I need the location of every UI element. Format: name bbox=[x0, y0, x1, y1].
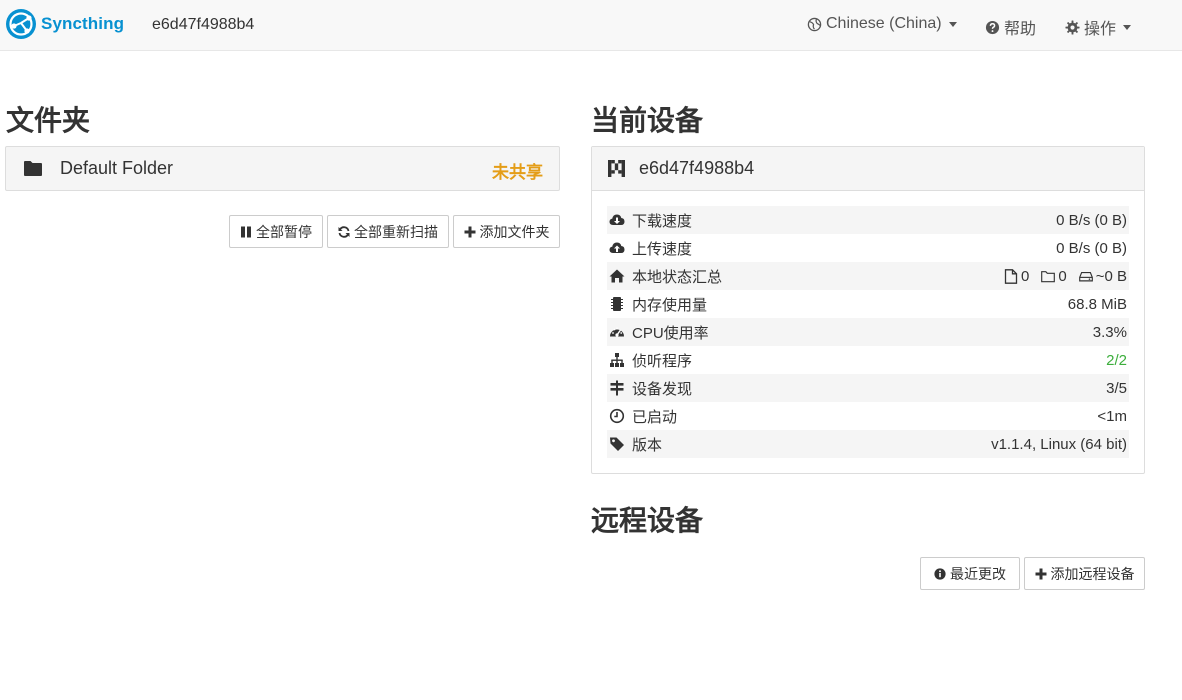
stat-row-ram: 内存使用量 68.8 MiB bbox=[607, 290, 1129, 318]
signpost-icon bbox=[610, 380, 624, 396]
brand-link[interactable]: Syncthing bbox=[5, 8, 124, 40]
chevron-down-icon bbox=[948, 21, 957, 27]
stat-label-download-rate: 下载速度 bbox=[632, 212, 693, 230]
navbar-device-id: e6d47f4988b4 bbox=[152, 16, 255, 33]
stat-label-discovery: 设备发现 bbox=[632, 380, 693, 398]
help-label: 帮助 bbox=[1004, 21, 1037, 38]
plus-icon bbox=[1035, 568, 1046, 579]
add-remote-device-button[interactable]: 添加远程设备 bbox=[1024, 557, 1145, 590]
this-device-heading: 当前设备 bbox=[591, 105, 704, 136]
stat-row-upload-rate: 上传速度 0 B/s (0 B) bbox=[607, 234, 1129, 262]
stat-row-local-state: 本地状态汇总 0 0 ~0 B bbox=[607, 262, 1129, 290]
stat-label-version: 版本 bbox=[632, 436, 663, 454]
stat-row-uptime: 已启动 <1m bbox=[607, 402, 1129, 430]
plus-icon bbox=[464, 226, 475, 237]
cloud-upload-icon bbox=[609, 242, 625, 253]
stat-label-ram: 内存使用量 bbox=[632, 296, 708, 314]
recent-changes-label: 最近更改 bbox=[950, 565, 1006, 582]
question-circle-icon bbox=[985, 20, 1000, 34]
stat-value-upload-rate: 0 B/s (0 B) bbox=[1056, 239, 1127, 257]
gear-icon bbox=[1065, 19, 1080, 35]
local-dirs-count: 0 bbox=[1058, 267, 1067, 285]
pause-all-label: 全部暂停 bbox=[256, 223, 312, 240]
add-folder-button[interactable]: 添加文件夹 bbox=[453, 215, 560, 248]
pause-icon bbox=[241, 226, 251, 237]
stat-value-ram: 68.8 MiB bbox=[1067, 295, 1127, 313]
stat-value-discovery[interactable]: 3/5 bbox=[1106, 380, 1127, 397]
stat-value-download-rate: 0 B/s (0 B) bbox=[1056, 211, 1127, 229]
stat-label-listeners: 侦听程序 bbox=[632, 352, 693, 370]
stat-value-uptime: <1m bbox=[1097, 407, 1127, 425]
stat-row-version: 版本 v1.1.4, Linux (64 bit) bbox=[607, 430, 1129, 458]
folders-heading: 文件夹 bbox=[6, 105, 91, 136]
memory-icon bbox=[611, 297, 623, 311]
actions-dropdown[interactable]: 操作 bbox=[1065, 15, 1132, 39]
brand-name: Syncthing bbox=[41, 14, 125, 33]
stat-row-cpu: CPU使用率 3.3% bbox=[607, 318, 1129, 346]
help-menu[interactable]: 帮助 bbox=[985, 15, 1036, 39]
tag-icon bbox=[610, 437, 624, 451]
hdd-icon bbox=[1078, 271, 1093, 281]
device-stats-table: 下载速度 0 B/s (0 B) 上传速度 0 B/s (0 B) 本地状态汇总… bbox=[607, 206, 1129, 458]
folder-outline-icon bbox=[1041, 270, 1056, 282]
home-icon bbox=[609, 269, 625, 283]
pause-all-button[interactable]: 全部暂停 bbox=[229, 215, 323, 248]
stat-value-cpu: 3.3% bbox=[1092, 323, 1127, 341]
rescan-all-label: 全部重新扫描 bbox=[354, 223, 438, 240]
stat-value-version: v1.1.4, Linux (64 bit) bbox=[991, 435, 1127, 453]
add-folder-label: 添加文件夹 bbox=[479, 223, 550, 240]
clock-icon bbox=[609, 408, 625, 424]
local-files-count: 0 bbox=[1021, 267, 1030, 285]
file-icon bbox=[1004, 268, 1018, 284]
local-size: ~0 B bbox=[1095, 267, 1127, 285]
remote-devices-heading: 远程设备 bbox=[591, 505, 704, 536]
this-device-panel: e6d47f4988b4 下载速度 0 B/s (0 B) 上传速度 0 B/s… bbox=[591, 146, 1145, 474]
stat-value-listeners[interactable]: 2/2 bbox=[1106, 352, 1127, 369]
local-state-summary: 0 0 ~0 B bbox=[1004, 268, 1127, 285]
language-label: Chinese (China) bbox=[826, 15, 942, 32]
stat-label-cpu: CPU使用率 bbox=[632, 324, 709, 342]
syncthing-logo-icon bbox=[6, 9, 36, 39]
actions-label: 操作 bbox=[1084, 21, 1117, 38]
stat-label-uptime: 已启动 bbox=[632, 408, 678, 426]
folder-panel-default[interactable]: Default Folder 未共享 bbox=[5, 146, 560, 191]
dashboard-icon bbox=[610, 327, 624, 337]
folder-icon bbox=[24, 161, 42, 176]
stat-row-discovery: 设备发现 3/5 bbox=[607, 374, 1129, 402]
chevron-down-icon bbox=[1123, 24, 1132, 30]
stat-row-download-rate: 下载速度 0 B/s (0 B) bbox=[607, 206, 1129, 234]
identicon-icon bbox=[608, 160, 625, 177]
this-device-header[interactable]: e6d47f4988b4 bbox=[592, 147, 1144, 191]
info-circle-icon bbox=[934, 567, 946, 580]
recent-changes-button[interactable]: 最近更改 bbox=[920, 557, 1020, 590]
sitemap-icon bbox=[610, 353, 624, 367]
language-dropdown[interactable]: Chinese (China) bbox=[807, 15, 957, 33]
stat-row-listeners: 侦听程序 2/2 bbox=[607, 346, 1129, 374]
folder-status-badge: 未共享 bbox=[492, 163, 543, 182]
rescan-all-button[interactable]: 全部重新扫描 bbox=[327, 215, 449, 248]
refresh-icon bbox=[338, 225, 350, 238]
stat-label-local-state: 本地状态汇总 bbox=[632, 268, 723, 286]
this-device-name: e6d47f4988b4 bbox=[639, 158, 755, 178]
cloud-download-icon bbox=[609, 214, 625, 225]
stat-label-upload-rate: 上传速度 bbox=[632, 240, 693, 258]
globe-icon bbox=[807, 17, 822, 31]
folder-name: Default Folder bbox=[60, 158, 174, 178]
navbar: Syncthing e6d47f4988b4 Chinese (China) 帮… bbox=[0, 0, 1182, 51]
add-remote-device-label: 添加远程设备 bbox=[1050, 565, 1135, 582]
